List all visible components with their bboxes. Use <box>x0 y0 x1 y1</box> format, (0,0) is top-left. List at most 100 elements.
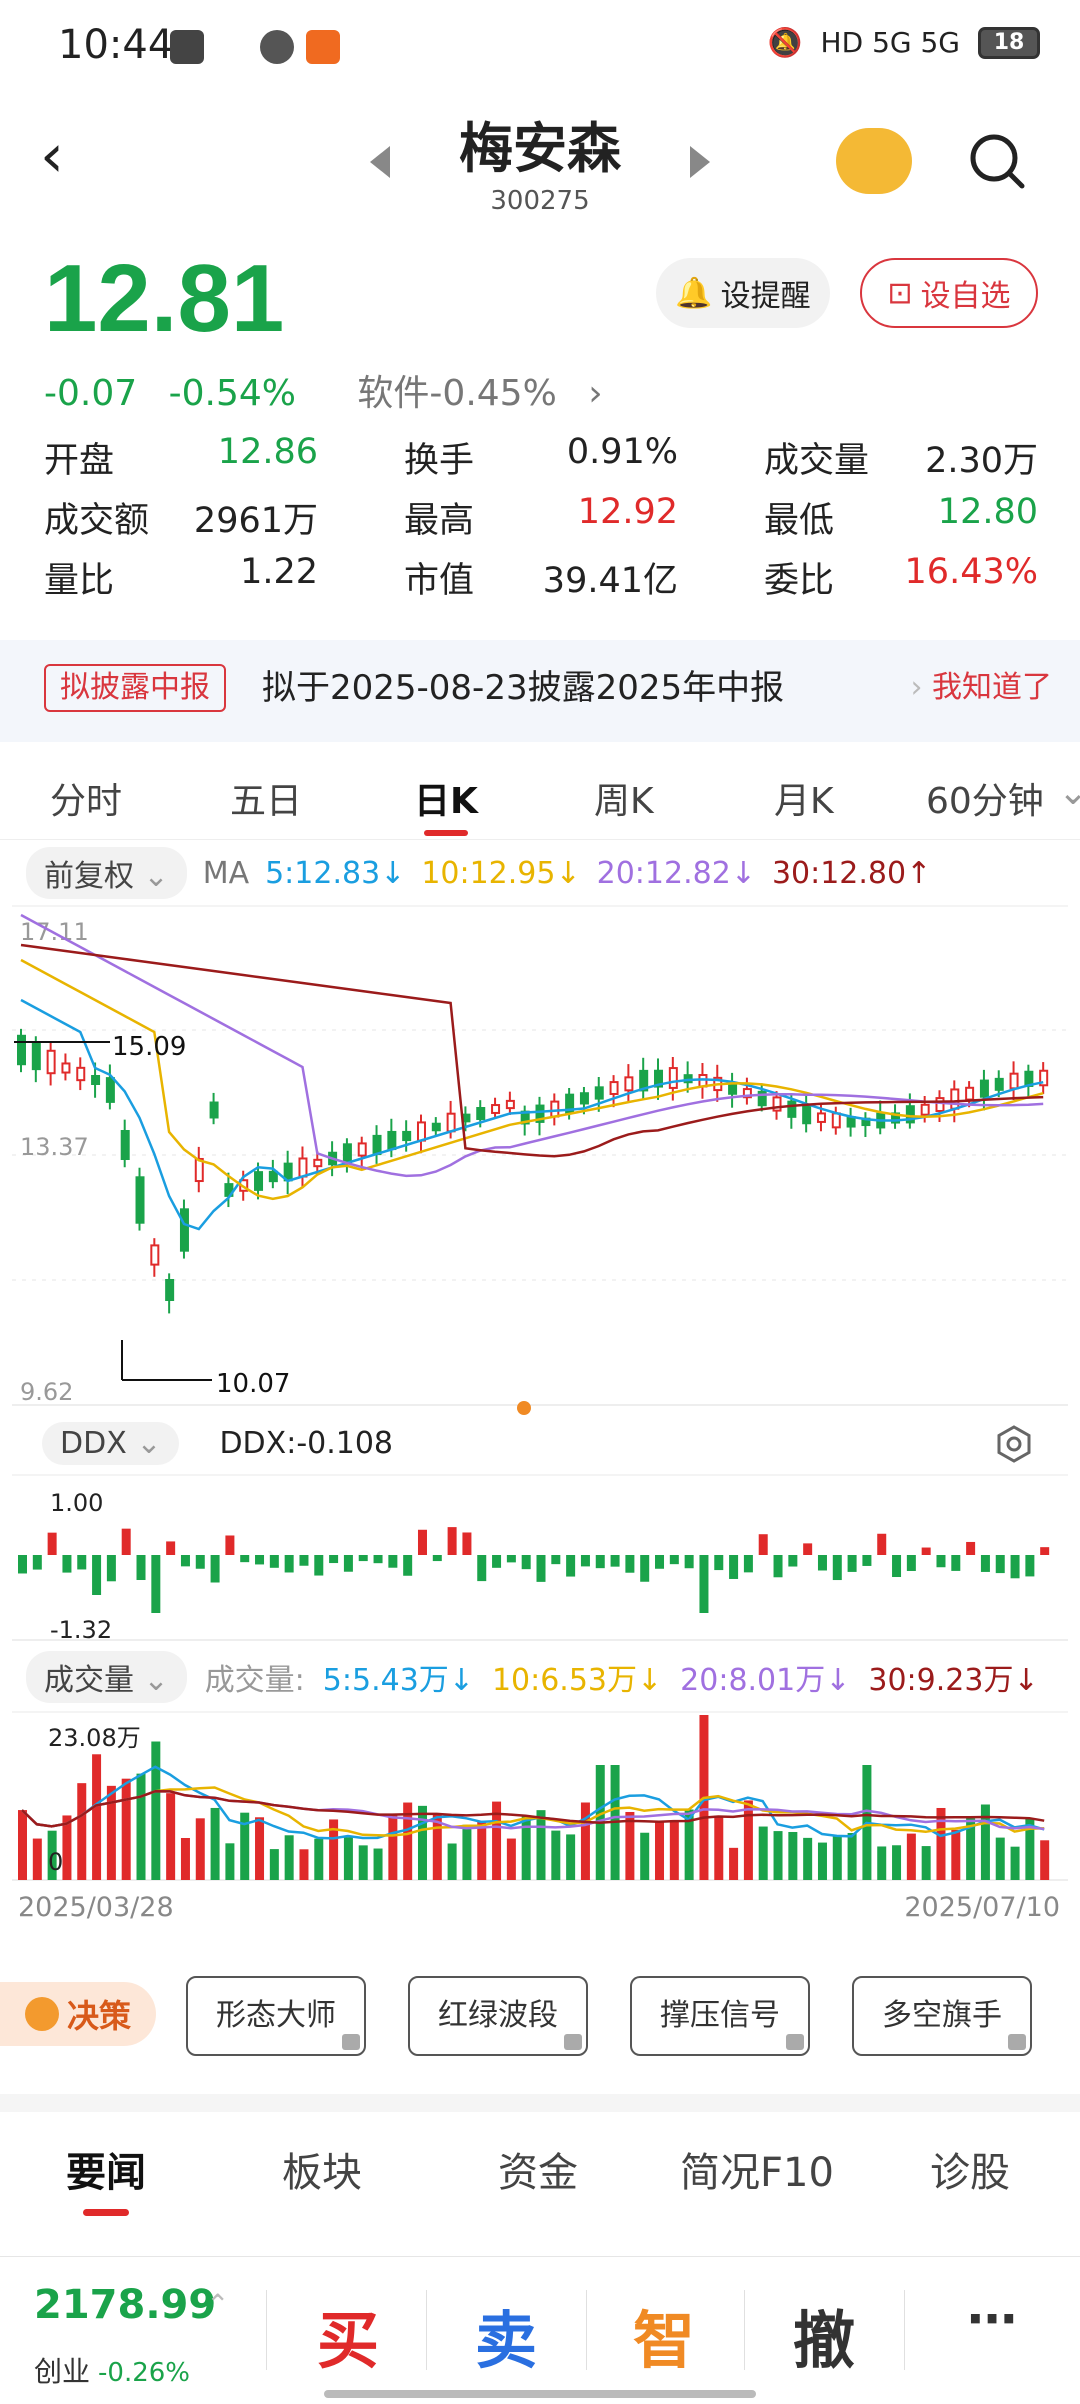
indicator-tool-label: 撑压信号 <box>660 1998 780 2033</box>
ddx-bar <box>906 1555 916 1571</box>
tab-news[interactable]: 要闻 <box>66 2140 146 2198</box>
candle <box>313 1158 323 1168</box>
volume-bar <box>358 1845 368 1880</box>
tab-kline-period[interactable]: 日K <box>414 772 478 824</box>
volume-bar <box>314 1838 324 1880</box>
chevron-right-icon: › <box>588 373 603 414</box>
indicator-tool-button[interactable]: 撑压信号 <box>630 1976 810 2056</box>
crosshair-handle[interactable] <box>517 1401 531 1415</box>
volume-label: 成交量: <box>204 1663 305 1698</box>
volume-bar <box>788 1831 798 1880</box>
stat-value: 16.43% <box>904 552 1038 592</box>
candle <box>357 1142 367 1157</box>
ddx-bar <box>136 1555 146 1581</box>
candle <box>431 1122 441 1132</box>
chevron-up-icon[interactable]: ⌃ <box>206 2288 229 2321</box>
candle <box>550 1100 560 1118</box>
chevron-right-icon: › <box>910 670 932 705</box>
volume-bar <box>77 1783 87 1880</box>
bell-icon: 🔔 <box>675 275 713 311</box>
tab-news[interactable]: 简况F10 <box>680 2140 834 2198</box>
volume-bar <box>32 1838 42 1880</box>
separator <box>586 2290 587 2370</box>
candle <box>1009 1072 1019 1090</box>
volume-selector[interactable]: 成交量 ⌄ <box>26 1651 187 1703</box>
chevron-down-icon[interactable]: ⌄ <box>1058 772 1080 813</box>
tab-news[interactable]: 诊股 <box>930 2140 1010 2198</box>
volume-bar <box>655 1822 665 1880</box>
dismiss-notice-link[interactable]: › 我知道了 <box>910 664 1052 712</box>
network-indicator: HD 5G 5G <box>820 26 960 59</box>
volume-bar <box>669 1821 679 1880</box>
buy-button[interactable]: 买 <box>278 2290 418 2380</box>
add-watchlist-button[interactable]: ⊡ 设自选 <box>860 258 1038 328</box>
add-watchlist-label: 设自选 <box>920 279 1011 314</box>
candle <box>46 1049 56 1075</box>
indicator-tool-button[interactable]: 多空旗手 <box>852 1976 1032 2056</box>
ddx-bar <box>951 1555 961 1571</box>
volume-bar <box>166 1793 176 1880</box>
ddx-bar <box>966 1541 976 1555</box>
app-icon <box>306 30 340 64</box>
vol-ma20-value: 20:8.01万↓ <box>680 1663 851 1698</box>
candlestick-series <box>17 1028 1049 1314</box>
ddx-selector[interactable]: DDX ⌄ <box>42 1421 180 1465</box>
ma-lines <box>20 913 1044 1231</box>
tab-kline-period[interactable]: 分时 <box>50 772 122 824</box>
volume-bar <box>92 1754 102 1880</box>
stat-label: 委比 <box>764 561 835 601</box>
tab-news[interactable]: 资金 <box>498 2140 578 2198</box>
ddx-bar <box>417 1529 427 1555</box>
more-button[interactable]: ⋯ <box>922 2290 1062 2348</box>
candle <box>135 1176 145 1224</box>
candle <box>609 1081 619 1095</box>
volume-bar <box>18 1810 27 1880</box>
ddx-bar <box>121 1528 131 1555</box>
chevron-down-icon: ⌄ <box>143 1663 169 1698</box>
tab-kline-period[interactable]: 五日 <box>230 772 302 824</box>
decision-button[interactable]: 决策 <box>0 1982 156 2046</box>
stat-label: 成交量 <box>764 441 870 481</box>
set-alert-button[interactable]: 🔔 设提醒 <box>656 258 830 328</box>
stat-label: 最高 <box>404 501 475 541</box>
ddx-bar <box>492 1555 502 1568</box>
stat-value: 39.41亿 <box>542 561 678 601</box>
mascot-icon[interactable] <box>836 128 912 194</box>
tab-news[interactable]: 板块 <box>282 2140 362 2198</box>
volume-bar <box>417 1805 427 1880</box>
sector-change[interactable]: 软件-0.45% <box>357 373 556 414</box>
status-bar: 10:44 🔕 HD 5G 5G 18 <box>0 0 1080 96</box>
volume-bar <box>580 1802 590 1880</box>
tab-kline-period[interactable]: 月K <box>774 772 834 824</box>
volume-bars <box>18 1715 1050 1880</box>
candle <box>579 1092 589 1105</box>
volume-bar <box>877 1846 887 1880</box>
ddx-bar <box>506 1555 516 1563</box>
next-stock-icon[interactable] <box>690 146 710 178</box>
index-value[interactable]: 2178.99 <box>34 2282 216 2328</box>
adjust-selector[interactable]: 前复权 ⌄ <box>26 847 187 899</box>
adjust-label: 前复权 <box>44 859 134 894</box>
decision-icon <box>24 1997 59 2031</box>
ma30-value: 30:12.80↑ <box>771 855 932 891</box>
tab-kline-period[interactable]: 60分钟 <box>926 772 1044 824</box>
set-alert-label: 设提醒 <box>720 279 811 314</box>
candle <box>17 1034 26 1066</box>
candle <box>846 1116 856 1128</box>
smart-button[interactable]: 智 <box>594 2290 734 2380</box>
volume-bar <box>758 1826 768 1880</box>
settings-icon[interactable] <box>994 1424 1034 1464</box>
indicator-tool-button[interactable]: 形态大师 <box>186 1976 366 2056</box>
tab-kline-period[interactable]: 周K <box>594 772 654 824</box>
separator <box>904 2290 905 2370</box>
home-indicator[interactable] <box>324 2390 756 2398</box>
search-icon[interactable] <box>968 132 1028 192</box>
stat-value: 1.22 <box>240 552 318 592</box>
volume-bar <box>892 1845 902 1880</box>
lock-icon <box>1008 2034 1026 2050</box>
ddx-bar <box>995 1555 1005 1574</box>
cancel-order-button[interactable]: 撤 <box>754 2290 894 2380</box>
kline-chart-area[interactable]: 17.11 13.37 9.62 15.09 10.07 1.00 -1.32 … <box>0 900 1080 1900</box>
indicator-tool-button[interactable]: 红绿波段 <box>408 1976 588 2056</box>
sell-button[interactable]: 卖 <box>436 2290 576 2380</box>
